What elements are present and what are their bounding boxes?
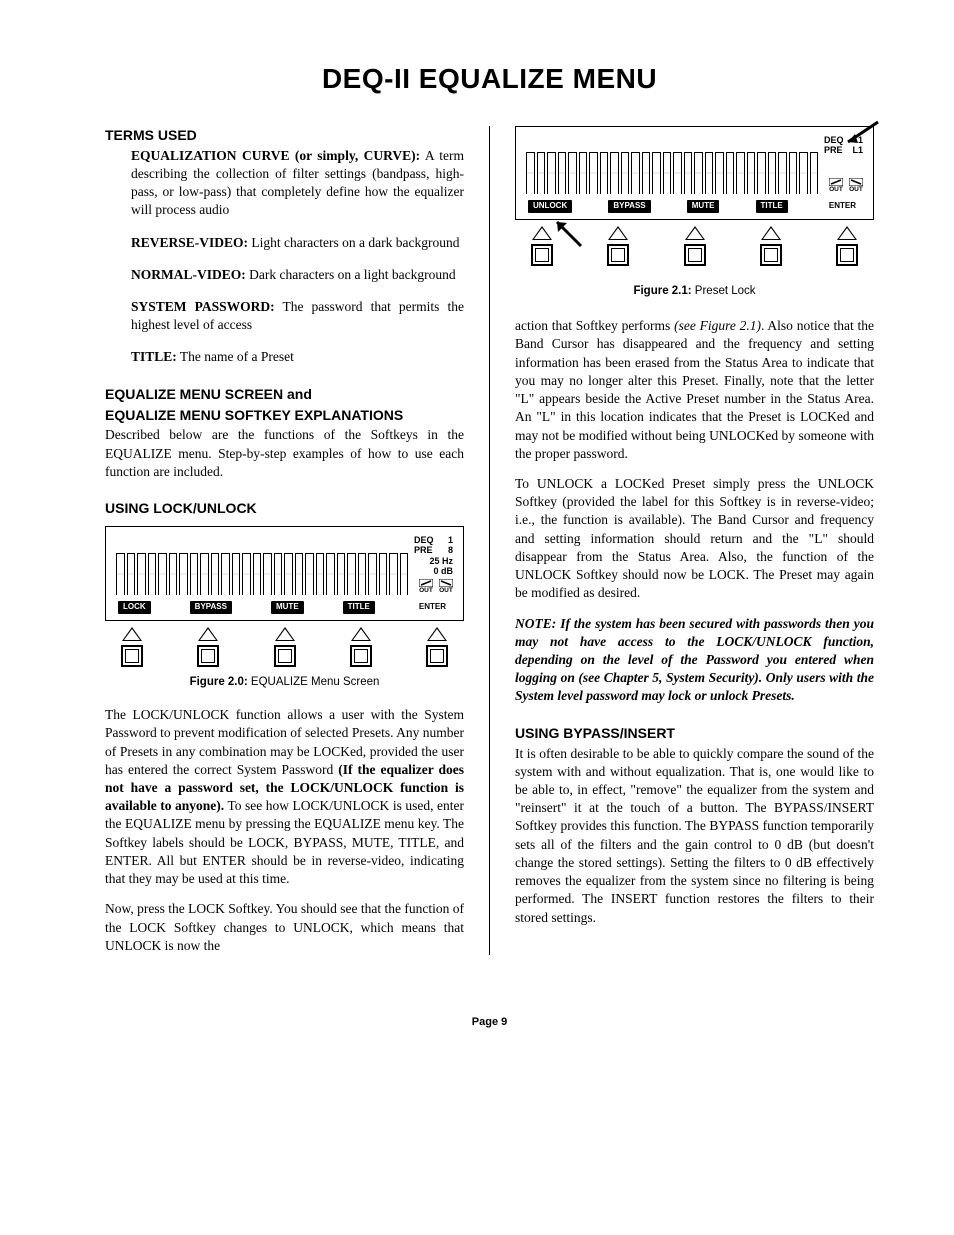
figure-2-0: document.write(Array.from({length:28}).m…	[105, 526, 464, 690]
left-column: TERMS USED EQUALIZATION CURVE (or simply…	[105, 126, 464, 955]
bypass-heading: USING BYPASS/INSERT	[515, 724, 874, 743]
fig-caption-bold: Figure 2.1:	[633, 285, 691, 297]
up-button-icon	[837, 226, 857, 240]
lock-unlock-heading: USING LOCK/UNLOCK	[105, 499, 464, 518]
softkey-mute: MUTE	[687, 200, 720, 213]
softkey-unlock: UNLOCK	[528, 200, 572, 213]
square-button-icon	[531, 244, 553, 266]
arrow-icon	[840, 120, 880, 160]
column-divider	[489, 126, 490, 955]
out-left-icon: OUT	[829, 178, 843, 193]
square-button-icon	[274, 645, 296, 667]
eq-menu-heading: EQUALIZE MENU SCREEN and	[105, 385, 464, 404]
softkey-enter: ENTER	[414, 601, 451, 614]
up-button-icon	[427, 627, 447, 641]
eq-menu-body: Described below are the functions of the…	[105, 426, 464, 481]
eq-menu-heading-2: EQUALIZE MENU SOFTKEY EXPLANATIONS	[105, 406, 464, 425]
up-button-icon	[351, 627, 371, 641]
softkey-mute: MUTE	[271, 601, 304, 614]
up-button-icon	[608, 226, 628, 240]
up-button-icon	[275, 627, 295, 641]
softkey-title: TITLE	[343, 601, 375, 614]
fig-caption-rest: EQUALIZE Menu Screen	[248, 676, 380, 688]
term-body: Light characters on a dark background	[251, 235, 459, 250]
eq-graph: document.write(Array.from({length:28}).m…	[526, 140, 818, 194]
square-button-icon	[836, 244, 858, 266]
square-button-icon	[684, 244, 706, 266]
softkey-title: TITLE	[756, 200, 788, 213]
square-button-icon	[197, 645, 219, 667]
out-left-icon: OUT	[419, 579, 433, 594]
page-title: DEQ-II EQUALIZE MENU	[105, 60, 874, 98]
up-button-icon	[122, 627, 142, 641]
terms-heading: TERMS USED	[105, 126, 464, 145]
right-p2: To UNLOCK a LOCKed Preset simply press t…	[515, 475, 874, 603]
fig-caption-bold: Figure 2.0:	[190, 676, 248, 688]
square-button-icon	[426, 645, 448, 667]
eq-graph: document.write(Array.from({length:28}).m…	[116, 541, 408, 595]
right-p1a: action that Softkey performs	[515, 318, 674, 333]
figure-2-1: document.write(Array.from({length:28}).m…	[515, 126, 874, 299]
up-button-icon	[532, 226, 552, 240]
out-right-icon: OUT	[439, 579, 453, 594]
term-body: Dark characters on a light background	[249, 267, 456, 282]
term-name: EQUALIZATION CURVE (or simply, CURVE):	[131, 148, 420, 163]
term-name: NORMAL-VIDEO:	[131, 267, 246, 282]
softkey-bypass: BYPASS	[190, 601, 232, 614]
softkey-bypass: BYPASS	[608, 200, 650, 213]
up-button-icon	[198, 627, 218, 641]
status-area: DEQ1 PRE8 25 Hz 0 dB OUT OUT	[408, 535, 453, 595]
up-button-icon	[685, 226, 705, 240]
softkey-enter: ENTER	[824, 200, 861, 213]
out-right-icon: OUT	[849, 178, 863, 193]
softkey-lock: LOCK	[118, 601, 151, 614]
fig-caption-rest: Preset Lock	[692, 285, 756, 297]
term-name: TITLE:	[131, 349, 177, 364]
page-number: Page 9	[105, 1015, 874, 1030]
arrow-icon	[549, 214, 583, 248]
term-body: The name of a Preset	[180, 349, 294, 364]
right-column: document.write(Array.from({length:28}).m…	[515, 126, 874, 955]
term-name: REVERSE-VIDEO:	[131, 235, 248, 250]
right-note: NOTE: If the system has been secured wit…	[515, 615, 874, 706]
square-button-icon	[121, 645, 143, 667]
right-p1-ital: (see Figure 2.1)	[674, 318, 761, 333]
right-p1b: . Also notice that the Band Cursor has d…	[515, 318, 874, 461]
term-name: SYSTEM PASSWORD:	[131, 299, 275, 314]
up-button-icon	[761, 226, 781, 240]
square-button-icon	[350, 645, 372, 667]
square-button-icon	[760, 244, 782, 266]
bypass-body: It is often desirable to be able to quic…	[515, 745, 874, 927]
square-button-icon	[607, 244, 629, 266]
lock-p2: Now, press the LOCK Softkey. You should …	[105, 900, 464, 955]
